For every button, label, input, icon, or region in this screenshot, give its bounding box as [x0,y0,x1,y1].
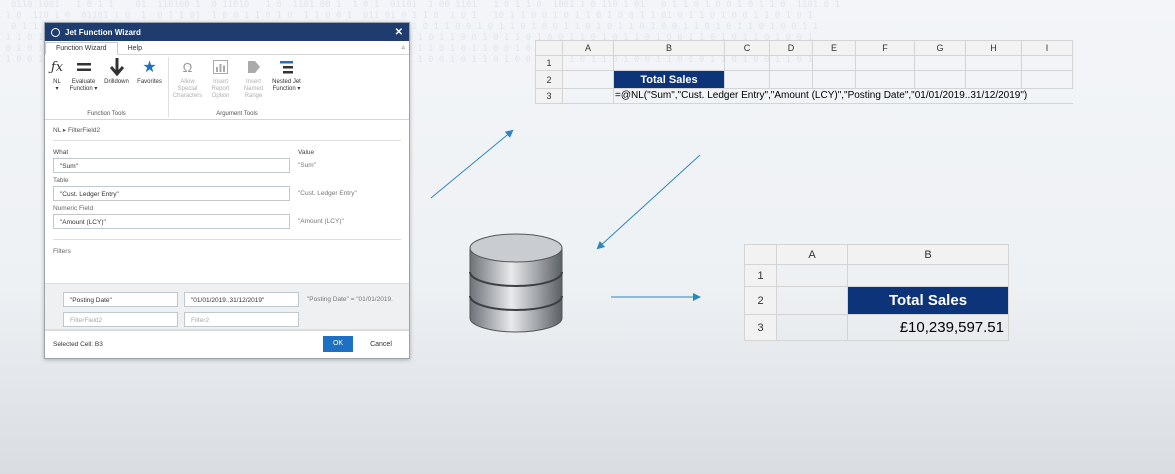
database-icon [469,233,563,333]
arrow-to-database [596,154,701,250]
flow-diagram [430,129,701,333]
arrow-to-formula [430,129,514,199]
